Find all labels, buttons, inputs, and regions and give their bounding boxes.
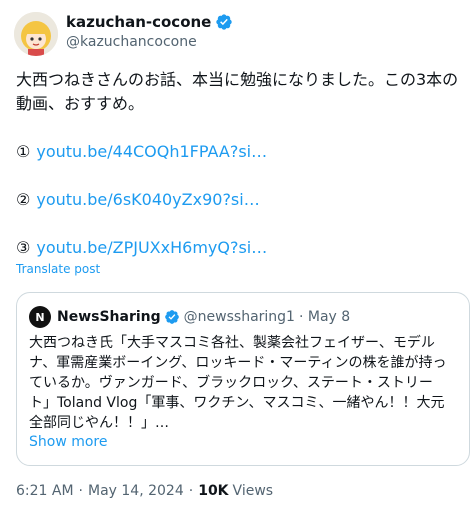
separator-dot: ·: [78, 483, 83, 499]
author-name-row[interactable]: kazuchan-cocone: [66, 12, 233, 32]
quoted-author-handle: @newssharing1: [183, 309, 295, 325]
quoted-tweet-text: 大西つねき氏「大手マスコミ各社、製薬会社フェイザー、モデルナ、軍需産業ボーイング…: [29, 335, 447, 431]
tweet-meta: 6:21 AM · May 14, 2024 · 10K Views: [16, 483, 273, 499]
author-avatar[interactable]: [14, 12, 58, 56]
link-url[interactable]: youtu.be/44COQh1FPAA?si…: [36, 140, 267, 164]
link-number: ②: [16, 190, 31, 209]
author-name[interactable]: kazuchan-cocone: [66, 13, 211, 31]
quoted-author-name[interactable]: NewsSharing: [57, 309, 161, 325]
verified-badge-icon[interactable]: [215, 13, 233, 31]
quoted-tweet-header: N NewsSharing @newssharing1 · May 8: [29, 305, 350, 329]
link-url[interactable]: youtu.be/6sK040yZx90?si…: [36, 188, 259, 212]
translate-post-link[interactable]: Translate post: [16, 262, 100, 276]
quoted-tweet-card[interactable]: N NewsSharing @newssharing1 · May 8 大西つね…: [16, 292, 470, 466]
show-more-link[interactable]: Show more: [29, 434, 108, 450]
author-handle[interactable]: @kazuchancocone: [66, 34, 197, 50]
link-url[interactable]: youtu.be/ZPJUXxH6myQ?si…: [36, 236, 267, 260]
post-time[interactable]: 6:21 AM: [16, 483, 74, 499]
post-date[interactable]: May 14, 2024: [88, 483, 184, 499]
verified-badge-icon: [164, 310, 179, 324]
quoted-author-avatar[interactable]: N: [29, 306, 51, 328]
tweet-link-3[interactable]: ③ youtu.be/ZPJUXxH6myQ?si…: [16, 236, 267, 260]
views-count: 10K: [198, 483, 229, 499]
tweet-text: 大西つねきさんのお話、本当に勉強になりました。この3本の動画、おすすめ。: [16, 70, 459, 113]
link-number: ③: [16, 238, 31, 257]
quoted-post-date[interactable]: · May 8: [299, 309, 350, 325]
separator-dot: ·: [188, 483, 194, 499]
avatar-illustration-icon: [14, 12, 58, 56]
tweet-link-2[interactable]: ② youtu.be/6sK040yZx90?si…: [16, 188, 260, 212]
views-label: Views: [232, 483, 274, 499]
tweet-link-1[interactable]: ① youtu.be/44COQh1FPAA?si…: [16, 140, 267, 164]
link-number: ①: [16, 142, 31, 161]
